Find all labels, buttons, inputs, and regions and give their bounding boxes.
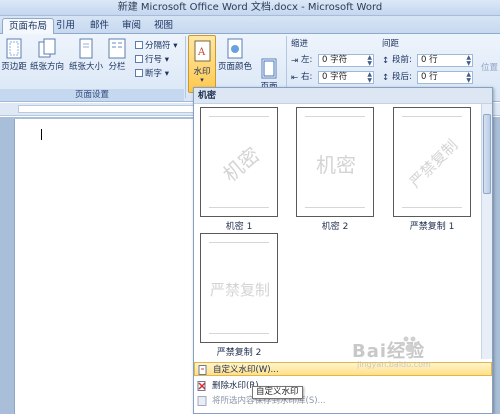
remove-watermark-menu-item[interactable]: 删除水印(R): [194, 379, 492, 393]
watermark-caption: 机密 2: [321, 222, 349, 232]
page-color-icon: [225, 38, 245, 60]
spacing-after-input[interactable]: 0 行 ▲ ▼: [417, 71, 473, 84]
columns-icon: [107, 38, 127, 60]
gallery-scrollbar[interactable]: [481, 104, 492, 359]
hyphenation-icon: [135, 69, 143, 77]
indent-right-label: ⇤ 右:: [291, 72, 313, 83]
line-numbers-label: 行号: [145, 55, 163, 65]
watermark-thumbnail-confidential-2[interactable]: 机密: [296, 107, 374, 217]
margins-icon: [4, 38, 24, 60]
watermark-preview-text: 机密: [316, 152, 356, 177]
site-watermark-url: jingyan.baidu.com: [357, 360, 431, 369]
watermark-caption: 机密 1: [225, 222, 253, 232]
breaks-button[interactable]: 分隔符 ▾: [135, 40, 177, 52]
spinner-arrows-icon[interactable]: ▲ ▼: [367, 55, 372, 67]
spacing-after-icon: ↕: [382, 73, 390, 83]
margins-button[interactable]: 页边距: [0, 38, 28, 72]
columns-label: 分栏: [108, 62, 126, 72]
tab-page-layout[interactable]: 页面布局: [2, 18, 55, 35]
spacing-before-icon: ↕: [382, 56, 390, 66]
orientation-icon: [37, 38, 57, 60]
tooltip: 自定义水印: [252, 386, 303, 399]
watermark-thumbnail-confidential-1[interactable]: 机密: [200, 107, 278, 217]
paw-icon: [400, 334, 420, 354]
save-to-gallery-menu-item[interactable]: 将所选内容保存到水印库(S)...: [194, 394, 492, 408]
remove-watermark-icon: [197, 381, 207, 391]
watermark-icon: A: [193, 40, 213, 67]
hyphenation-button[interactable]: 断字 ▾: [135, 68, 169, 80]
spacing-before-input[interactable]: 0 行 ▲ ▼: [417, 54, 473, 67]
spinner-arrows-icon[interactable]: ▲ ▼: [466, 55, 471, 67]
breaks-label: 分隔符: [145, 41, 171, 51]
breaks-icon: [135, 41, 143, 49]
gallery-section-header: 机密: [194, 88, 492, 104]
size-label: 纸张大小: [68, 62, 103, 72]
watermark-button[interactable]: A 水印 ▾: [188, 35, 216, 93]
indent-left-input[interactable]: 0 字符 ▲ ▼: [318, 54, 374, 67]
spinner-arrows-icon[interactable]: ▲ ▼: [466, 72, 471, 84]
spacing-heading: 间距: [382, 39, 400, 49]
watermark-preview-text: 严禁复制: [405, 135, 461, 191]
indent-heading: 缩进: [291, 39, 309, 49]
ruler-text-area: [18, 105, 194, 113]
orientation-button[interactable]: 纸张方向: [28, 38, 66, 72]
columns-button[interactable]: 分栏: [106, 38, 128, 72]
tab-mailings[interactable]: 邮件: [84, 18, 115, 34]
ribbon-tab-strip: 页面布局 引用 邮件 审阅 视图: [0, 16, 500, 35]
size-button[interactable]: 纸张大小: [66, 38, 106, 72]
spacing-after-label: ↕ 段后:: [382, 72, 412, 83]
page-borders-icon: [259, 48, 279, 79]
line-numbers-icon: [135, 55, 143, 63]
indent-left-icon: ⇥: [291, 56, 299, 66]
watermark-caption: 严禁复制 1: [409, 222, 455, 232]
page-color-label: 页面颜色: [217, 62, 252, 72]
orientation-label: 纸张方向: [29, 62, 64, 72]
custom-watermark-menu-item[interactable]: 自定义水印(W)...: [194, 362, 492, 376]
tab-view[interactable]: 视图: [148, 18, 179, 34]
margins-label: 页边距: [1, 62, 27, 72]
tab-references[interactable]: 引用: [50, 18, 81, 34]
custom-watermark-icon: [198, 365, 208, 375]
watermark-caption: 严禁复制 2: [216, 348, 262, 358]
document-page[interactable]: [14, 119, 204, 414]
watermark-thumbnail-do-not-copy-1[interactable]: 严禁复制: [393, 107, 471, 217]
indent-right-icon: ⇤: [291, 73, 299, 83]
page-color-button[interactable]: 页面颜色: [217, 38, 253, 72]
watermark-thumbnail-do-not-copy-2[interactable]: 严禁复制: [200, 233, 278, 343]
spacing-before-label: ↕ 段前:: [382, 55, 412, 66]
page-size-icon: [76, 38, 96, 60]
dropdown-arrow-icon: ▾: [200, 76, 204, 84]
text-cursor: [41, 129, 42, 140]
line-numbers-button[interactable]: 行号 ▾: [135, 54, 169, 66]
save-to-gallery-icon: [197, 396, 207, 406]
scrollbar-thumb[interactable]: [483, 114, 491, 194]
watermark-preview-text: 严禁复制: [209, 280, 270, 299]
indent-left-label: ⇥ 左:: [291, 55, 313, 66]
ribbon-separator: [185, 36, 186, 98]
page-setup-group-label: 页面设置: [0, 89, 184, 101]
watermark-preview-text: 机密: [217, 142, 264, 187]
position-button[interactable]: 位置: [481, 62, 498, 74]
svg-text:A: A: [197, 47, 206, 58]
custom-watermark-label: 自定义水印(W)...: [213, 365, 279, 375]
tab-review[interactable]: 审阅: [116, 18, 147, 34]
hyphenation-label: 断字: [145, 69, 163, 79]
indent-right-input[interactable]: 0 字符 ▲ ▼: [318, 71, 374, 84]
window-title: 新建 Microsoft Office Word 文档.docx - Micro…: [0, 0, 500, 16]
spinner-arrows-icon[interactable]: ▲ ▼: [367, 72, 372, 84]
